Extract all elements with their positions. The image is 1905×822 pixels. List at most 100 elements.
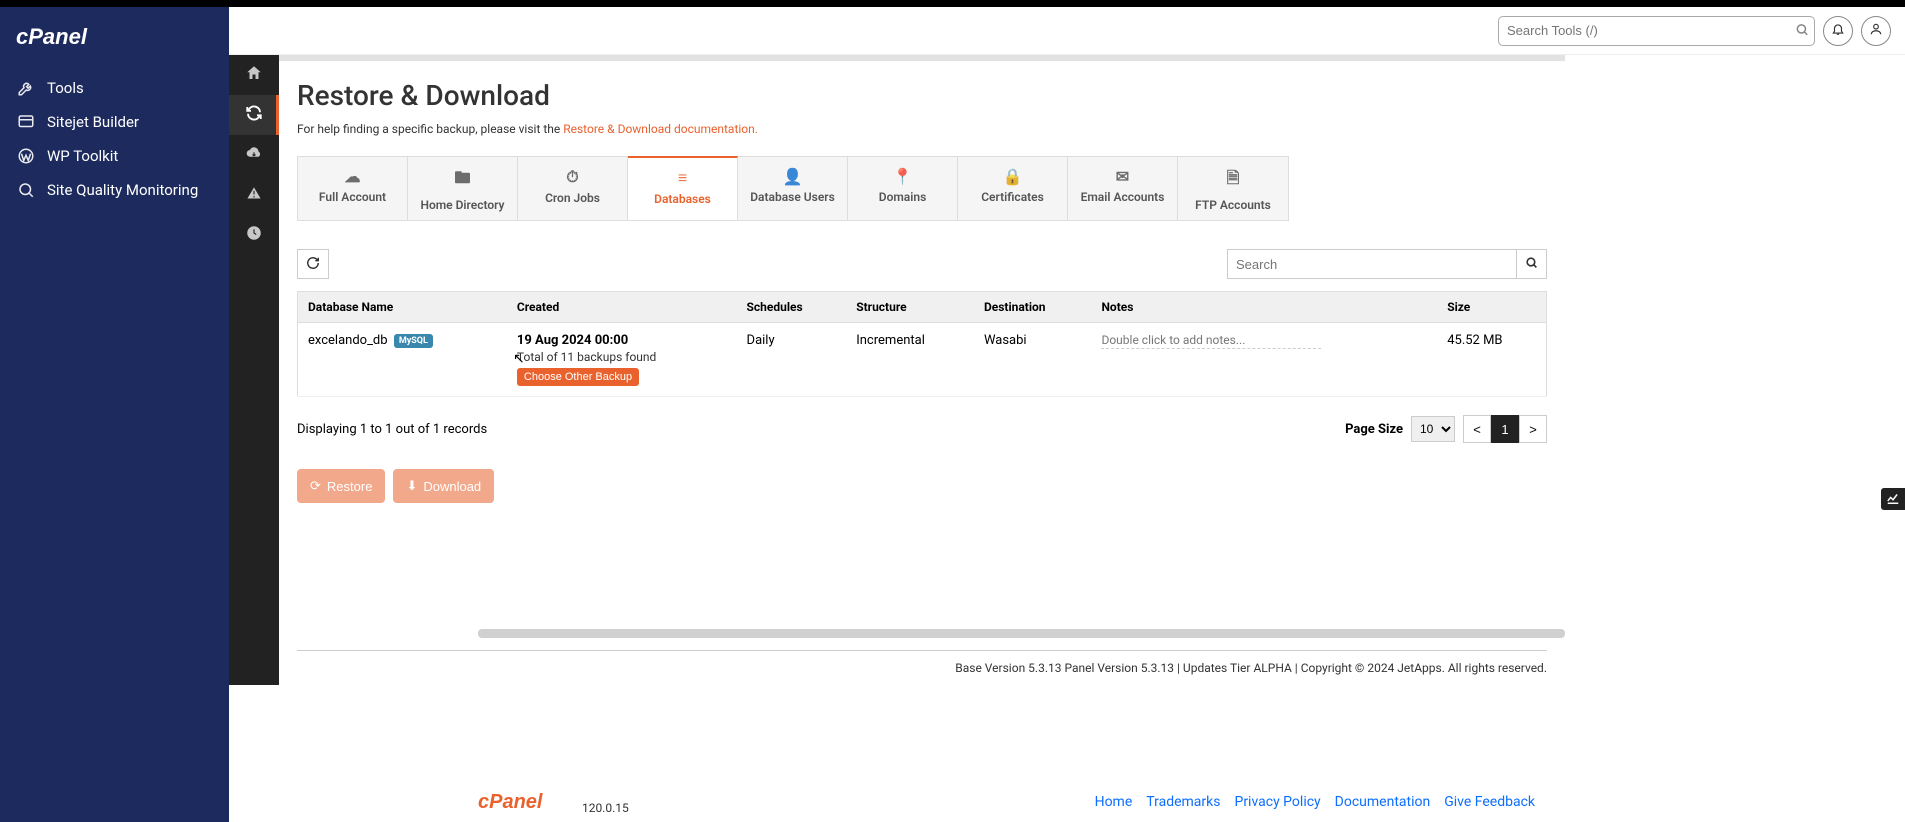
warning-icon bbox=[245, 184, 263, 207]
folder-icon: 🖿 bbox=[414, 167, 511, 194]
tab-domains[interactable]: 📍Domains bbox=[848, 157, 958, 220]
file-icon: 🗎 bbox=[1184, 167, 1282, 194]
db-engine-badge: MySQL bbox=[394, 334, 433, 348]
strip-history-button[interactable] bbox=[229, 215, 279, 255]
module-icon-strip bbox=[229, 55, 279, 685]
app-sidebar: cPanel Tools Sitejet Builder WP Toolk bbox=[0, 0, 229, 822]
clock-icon bbox=[245, 224, 263, 247]
chart-icon bbox=[1886, 490, 1900, 509]
destination-cell: Wasabi bbox=[974, 323, 1092, 397]
footer-link-privacy[interactable]: Privacy Policy bbox=[1234, 794, 1320, 810]
sitejet-icon bbox=[16, 112, 36, 132]
created-date: 19 Aug 2024 00:00 bbox=[517, 333, 727, 348]
tab-database-users[interactable]: 👤Database Users bbox=[738, 157, 848, 220]
download-icon: ⬇ bbox=[406, 478, 417, 494]
col-notes[interactable]: Notes bbox=[1091, 292, 1437, 323]
col-destination[interactable]: Destination bbox=[974, 292, 1092, 323]
brand-logo: cPanel bbox=[0, 7, 229, 63]
refresh-icon bbox=[245, 104, 263, 127]
table-row[interactable]: excelando_db MySQL 19 Aug 2024 00:00 Tot… bbox=[298, 323, 1547, 397]
footer-link-trademarks[interactable]: Trademarks bbox=[1146, 794, 1220, 810]
page-size-select[interactable]: 10 bbox=[1411, 416, 1455, 442]
col-schedules[interactable]: Schedules bbox=[737, 292, 847, 323]
created-total: Total of 11 backups found bbox=[517, 350, 727, 364]
global-search-input[interactable] bbox=[1498, 16, 1815, 46]
svg-text:cPanel: cPanel bbox=[478, 791, 543, 812]
page-title: Restore & Download bbox=[297, 79, 1547, 112]
table-search-button[interactable] bbox=[1517, 249, 1547, 279]
clock-user-icon: ⏱ bbox=[524, 167, 621, 187]
footer-link-home[interactable]: Home bbox=[1095, 794, 1133, 810]
cpanel-version: 120.0.15 bbox=[582, 801, 629, 815]
pager-next-button[interactable]: > bbox=[1519, 415, 1547, 443]
database-icon: ≡ bbox=[634, 168, 731, 188]
search-quality-icon bbox=[16, 180, 36, 200]
choose-other-backup-button[interactable]: Choose Other Backup bbox=[517, 368, 639, 386]
footer-link-feedback[interactable]: Give Feedback bbox=[1444, 794, 1535, 810]
pager-current-page[interactable]: 1 bbox=[1491, 415, 1519, 443]
refresh-table-button[interactable] bbox=[297, 249, 329, 279]
backups-table: Database Name Created Schedules Structur… bbox=[297, 291, 1547, 397]
structure-cell: Incremental bbox=[846, 323, 974, 397]
scrollbar-horizontal[interactable] bbox=[478, 629, 1565, 638]
refresh-icon bbox=[306, 256, 320, 273]
restore-icon: ⟳ bbox=[310, 478, 321, 494]
strip-alerts-button[interactable] bbox=[229, 175, 279, 215]
pager-prev-button[interactable]: < bbox=[1463, 415, 1491, 443]
sidebar-item-label: Sitejet Builder bbox=[47, 113, 139, 131]
col-structure[interactable]: Structure bbox=[846, 292, 974, 323]
help-doc-link[interactable]: Restore & Download documentation. bbox=[563, 122, 758, 136]
tab-email-accounts[interactable]: ✉Email Accounts bbox=[1068, 157, 1178, 220]
size-cell: 45.52 MB bbox=[1437, 323, 1546, 397]
col-database-name[interactable]: Database Name bbox=[298, 292, 507, 323]
cloud-icon: ☁ bbox=[304, 167, 401, 186]
tab-full-account[interactable]: ☁Full Account bbox=[298, 157, 408, 220]
sidebar-item-tools[interactable]: Tools bbox=[0, 71, 229, 105]
module-footer: Base Version 5.3.13 Panel Version 5.3.13… bbox=[297, 650, 1547, 685]
strip-restore-button[interactable] bbox=[229, 95, 279, 135]
tab-ftp-accounts[interactable]: 🗎FTP Accounts bbox=[1178, 157, 1288, 220]
account-button[interactable] bbox=[1861, 16, 1891, 46]
sidebar-item-sitejet[interactable]: Sitejet Builder bbox=[0, 105, 229, 139]
cpanel-logo-icon: cPanel bbox=[16, 25, 116, 49]
sidebar-item-label: Tools bbox=[47, 79, 84, 97]
lock-icon: 🔒 bbox=[964, 167, 1061, 186]
tab-certificates[interactable]: 🔒Certificates bbox=[958, 157, 1068, 220]
map-pin-icon: 📍 bbox=[854, 167, 951, 186]
svg-text:cPanel: cPanel bbox=[16, 25, 88, 49]
tab-databases[interactable]: ≡Databases bbox=[628, 156, 738, 220]
mail-icon: ✉ bbox=[1074, 167, 1171, 186]
schedules-cell: Daily bbox=[737, 323, 847, 397]
notes-cell[interactable]: Double click to add notes... bbox=[1101, 333, 1321, 349]
tab-cron-jobs[interactable]: ⏱Cron Jobs bbox=[518, 157, 628, 220]
restore-button[interactable]: ⟳ Restore bbox=[297, 469, 385, 503]
col-created[interactable]: Created bbox=[507, 292, 737, 323]
home-icon bbox=[245, 64, 263, 87]
sidebar-item-site-quality[interactable]: Site Quality Monitoring bbox=[0, 173, 229, 207]
tools-icon bbox=[16, 78, 36, 98]
records-summary: Displaying 1 to 1 out of 1 records bbox=[297, 422, 487, 437]
app-header bbox=[229, 7, 1905, 55]
user-icon: 👤 bbox=[744, 167, 841, 186]
strip-home-button[interactable] bbox=[229, 55, 279, 95]
app-footer: cPanel 120.0.15 Home Trademarks Privacy … bbox=[478, 782, 1535, 822]
page-size-label: Page Size bbox=[1345, 422, 1403, 437]
stats-side-widget[interactable] bbox=[1881, 488, 1905, 510]
notifications-button[interactable] bbox=[1823, 16, 1853, 46]
sidebar-item-label: Site Quality Monitoring bbox=[47, 181, 198, 199]
cpanel-footer-logo-icon: cPanel bbox=[478, 790, 576, 812]
sidebar-item-wp[interactable]: WP Toolkit bbox=[0, 139, 229, 173]
footer-link-documentation[interactable]: Documentation bbox=[1335, 794, 1431, 810]
col-size[interactable]: Size bbox=[1437, 292, 1546, 323]
category-tabs: ☁Full Account 🖿Home Directory ⏱Cron Jobs… bbox=[297, 156, 1289, 221]
table-search-input[interactable] bbox=[1227, 249, 1517, 279]
table-header-row: Database Name Created Schedules Structur… bbox=[298, 292, 1547, 323]
download-button[interactable]: ⬇ Download bbox=[393, 469, 494, 503]
wordpress-icon bbox=[16, 146, 36, 166]
tab-home-directory[interactable]: 🖿Home Directory bbox=[408, 157, 518, 220]
sidebar-item-label: WP Toolkit bbox=[47, 147, 118, 165]
nav-list: Tools Sitejet Builder WP Toolkit Site Qu… bbox=[0, 63, 229, 215]
content-panel: Restore & Download For help finding a sp… bbox=[279, 55, 1565, 685]
strip-download-button[interactable] bbox=[229, 135, 279, 175]
help-text: For help finding a specific backup, plea… bbox=[297, 122, 1547, 136]
